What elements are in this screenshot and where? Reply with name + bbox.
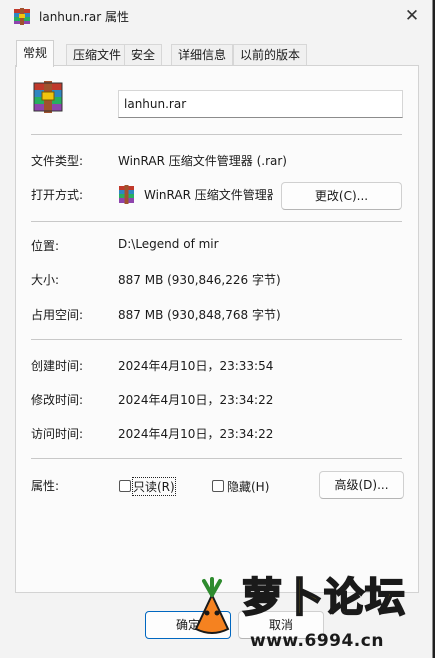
file-type-label: 文件类型: [31,154,84,168]
created-value: 2024年4月10日，23:33:54 [118,359,274,373]
window-title: lanhun.rar 属性 [39,10,129,24]
tab-archive[interactable]: 压缩文件 [66,44,129,66]
divider [31,221,402,222]
accessed-label: 访问时间: [31,427,84,441]
accessed-value: 2024年4月10日，23:34:22 [118,427,274,441]
watermark-url: www.6994.cn [250,631,384,651]
tab-previous-versions[interactable]: 以前的版本 [233,44,308,66]
modified-value: 2024年4月10日，23:34:22 [118,393,274,407]
hidden-checkbox[interactable] [212,480,224,492]
location-label: 位置: [31,239,60,253]
file-type-value: WinRAR 压缩文件管理器 (.rar) [118,154,287,168]
size-on-disk-value: 887 MB (930,848,768 字节) [118,308,281,322]
location-value: D:\Legend of mir [118,237,219,251]
readonly-checkbox-label[interactable]: 只读(R) [132,477,176,496]
attributes-label: 属性: [31,479,60,493]
close-icon[interactable]: ✕ [398,4,426,28]
opens-with-value: WinRAR 压缩文件管理器 [144,188,273,202]
carrot-mascot-icon [194,577,230,634]
size-on-disk-label: 占用空间: [31,308,84,322]
size-value: 887 MB (930,846,226 字节) [118,273,281,287]
title-bar: lanhun.rar 属性 ✕ [0,0,432,32]
watermark: 萝卜论坛 www.6994.cn [182,565,422,653]
size-label: 大小: [31,273,60,287]
readonly-checkbox[interactable] [119,480,131,492]
modified-label: 修改时间: [31,393,84,407]
divider [31,458,402,459]
created-label: 创建时间: [31,359,84,373]
tab-general[interactable]: 常规 [16,40,55,67]
hidden-checkbox-label[interactable]: 隐藏(H) [227,478,269,495]
watermark-text: 萝卜论坛 [241,573,406,622]
change-button[interactable]: 更改(C)... [281,182,402,210]
winrar-archive-icon [14,8,30,25]
divider [31,134,402,135]
winrar-archive-icon [119,185,134,204]
winrar-archive-icon [33,81,63,113]
filename-input[interactable] [118,90,403,118]
advanced-button[interactable]: 高级(D)... [319,471,404,499]
divider [31,339,402,340]
general-panel: 文件类型: WinRAR 压缩文件管理器 (.rar) 打开方式: WinRAR… [15,65,419,593]
tab-details[interactable]: 详细信息 [171,44,234,66]
opens-with-label: 打开方式: [31,188,84,202]
properties-dialog: lanhun.rar 属性 ✕ 常规 压缩文件 安全 详细信息 以前的版本 文件… [0,0,433,658]
tab-security[interactable]: 安全 [124,44,163,66]
